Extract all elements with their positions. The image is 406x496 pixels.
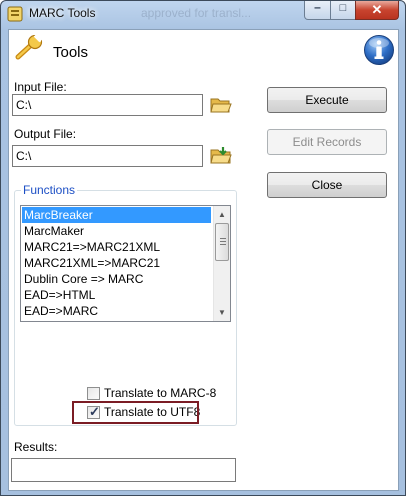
marc-tools-window: MARC Tools approved for transl... – □ ✕ … (0, 0, 406, 496)
results-field[interactable] (11, 458, 236, 482)
folder-open-icon[interactable] (210, 96, 232, 114)
list-item-dublin-core-to-marc[interactable]: Dublin Core => MARC (22, 271, 211, 287)
background-window-title: approved for transl... (141, 6, 252, 20)
maximize-button[interactable]: □ (330, 1, 356, 20)
list-item-ead-to-html[interactable]: EAD=>HTML (22, 287, 211, 303)
scroll-up-arrow-icon[interactable]: ▲ (214, 206, 230, 223)
minimize-button[interactable]: – (304, 1, 331, 20)
window-title: MARC Tools (29, 6, 96, 20)
header-title: Tools (53, 44, 89, 61)
edit-records-button[interactable]: Edit Records (267, 129, 387, 155)
maximize-icon: □ (339, 2, 347, 14)
close-icon: ✕ (371, 2, 383, 17)
output-file-label: Output File: (14, 127, 77, 141)
close-window-button[interactable]: ✕ (355, 1, 399, 20)
input-file-field[interactable] (12, 94, 203, 116)
functions-legend: Functions (21, 183, 78, 197)
input-file-label: Input File: (14, 80, 67, 94)
folder-save-icon[interactable] (210, 146, 232, 164)
list-item-marcmaker[interactable]: MarcMaker (22, 223, 211, 239)
output-file-field[interactable] (12, 145, 203, 167)
list-item-marc21-to-marc21xml[interactable]: MARC21=>MARC21XML (22, 239, 211, 255)
translate-marc8-checkbox[interactable] (87, 387, 100, 400)
translate-marc8-label: Translate to MARC-8 (104, 386, 217, 400)
info-icon[interactable] (363, 34, 395, 66)
functions-scrollbar[interactable]: ▲ ▼ (213, 206, 230, 321)
list-item-marcbreaker[interactable]: MarcBreaker (22, 207, 211, 223)
functions-list[interactable]: MarcBreaker MarcMaker MARC21=>MARC21XML … (20, 205, 231, 322)
close-button[interactable]: Close (267, 172, 387, 198)
utf8-highlight-annotation (72, 401, 199, 424)
app-icon (7, 6, 23, 22)
minimize-icon: – (314, 0, 321, 14)
list-item-marc21xml-to-marc21[interactable]: MARC21XML=>MARC21 (22, 255, 211, 271)
execute-button[interactable]: Execute (267, 87, 387, 113)
scroll-down-arrow-icon[interactable]: ▼ (214, 304, 230, 321)
scroll-thumb[interactable] (215, 223, 229, 261)
wrench-icon (15, 35, 43, 60)
list-item-ead-to-marc[interactable]: EAD=>MARC (22, 303, 211, 319)
functions-group: Functions MarcBreaker MarcMaker MARC21=>… (14, 183, 237, 426)
client-area: Tools Input File: Output File: (8, 29, 399, 491)
title-bar[interactable]: MARC Tools approved for transl... – □ ✕ (1, 1, 405, 27)
results-label: Results: (14, 440, 58, 454)
